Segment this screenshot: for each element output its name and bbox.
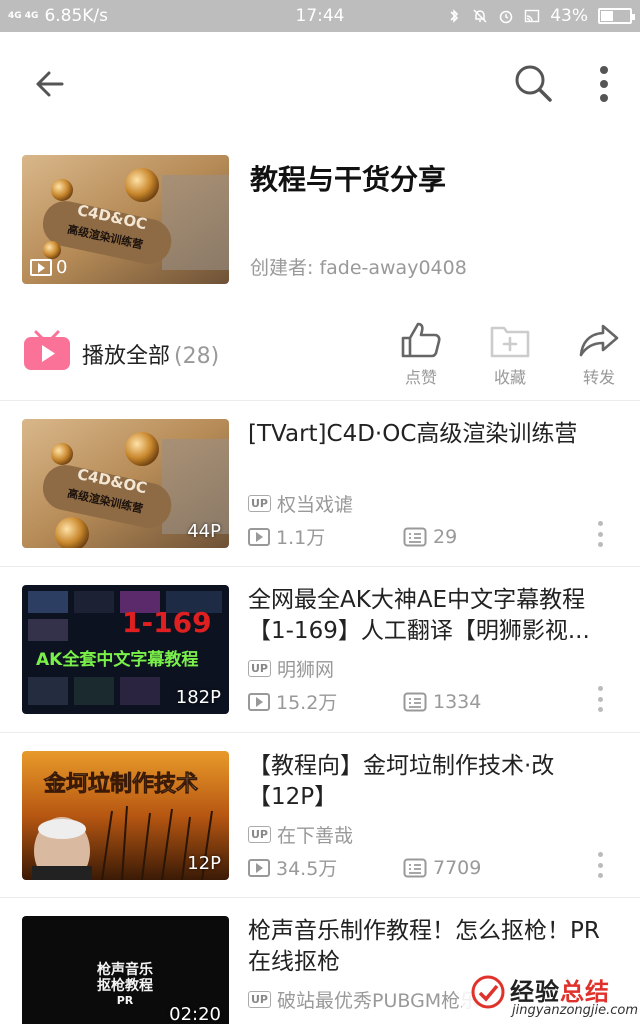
divider [0,566,640,567]
video-item[interactable]: 1-169 AK全套中文字幕教程 182P 全网最全AK大神AE中文字幕教程【1… [0,585,640,735]
uploader-row[interactable]: UP 破站最优秀PUBGM枪乐 [248,986,479,1013]
play-all-label: 播放全部 [82,344,171,369]
play-count-icon [248,527,270,546]
thumbs-up-icon [401,322,441,358]
up-badge-icon: UP [248,660,271,677]
uploader-row[interactable]: UP 明狮网 [248,655,334,682]
danmaku-icon [403,527,427,546]
view-count-value: 15.2万 [276,692,338,714]
video-thumbnail[interactable]: 1-169 AK全套中文字幕教程 182P [22,585,229,714]
view-count-value: 1.1万 [276,527,326,549]
share-button[interactable]: 转发 [567,320,631,388]
uploader-row[interactable]: UP 在下善哉 [248,821,353,848]
playlist-title: 教程与干货分享 [250,163,447,196]
bluetooth-icon [450,9,459,23]
video-title[interactable]: [TVart]C4D·OC高级渲染训练营 [248,419,618,450]
search-icon[interactable] [510,60,556,106]
video-thumbnail[interactable]: 金坷垃制作技术 12P [22,751,229,880]
view-count: 34.5万 [248,854,403,881]
watermark-title: 经验总结 [510,972,610,1007]
like-button[interactable]: 点赞 [389,320,453,388]
uploader-row[interactable]: UP 权当戏谑 [248,490,353,517]
cover-count-value: 0 [56,257,68,278]
favorite-label: 收藏 [493,368,526,387]
danmaku-count: 7709 [403,857,481,879]
back-arrow-icon[interactable] [30,64,70,104]
divider [0,400,640,401]
video-more-icon[interactable] [590,519,610,549]
view-count: 15.2万 [248,688,403,715]
part-count-badge: 12P [187,853,221,874]
thumbnail-text: 枪声音乐 [97,961,153,978]
alarm-icon [499,10,513,24]
battery-level [601,11,613,21]
view-count-value: 34.5万 [276,858,338,880]
up-badge-icon: UP [248,826,271,843]
view-count: 1.1万 [248,523,403,550]
part-count-badge: 44P [187,521,221,542]
video-thumbnail[interactable]: C4D&OC 高级渲染训练营 44P [22,419,229,548]
video-title[interactable]: 【教程向】金坷垃制作技术·改【12P】 [248,751,618,813]
share-label: 转发 [582,368,615,387]
battery-percent: 43% [550,6,588,26]
play-count-icon [248,858,270,877]
thumbnail-subtext: 抠枪教程 [97,977,153,994]
watermark-main-a: 经验 [510,978,560,1006]
share-arrow-icon [579,324,619,357]
playlist-header: C4D&OC 高级渲染训练营 0 教程与干货分享 创建者: fade-away0… [0,150,640,290]
thumbnail-subtext: AK全套中文字幕教程 [36,649,198,670]
danmaku-count: 1334 [403,691,481,713]
video-stats: 1.1万 29 [248,523,457,550]
more-options-icon[interactable] [586,62,622,106]
cover-video-count: 0 [30,257,67,278]
action-row: 播放全部 (28) 点赞 收藏 转发 [0,318,640,390]
top-nav [0,32,640,132]
divider [0,732,640,733]
up-badge-icon: UP [248,495,271,512]
video-more-icon[interactable] [590,850,610,880]
play-all-button[interactable]: 播放全部 (28) [82,338,219,370]
uploader-name: 明狮网 [277,659,335,681]
watermark-logo-icon [471,975,505,1009]
uploader-name: 在下善哉 [277,825,354,847]
add-folder-icon [490,326,530,358]
danmaku-count: 29 [403,526,457,548]
video-stats: 34.5万 7709 [248,854,481,881]
site-watermark: 经验总结 jingyanzongjie.com [462,968,640,1024]
playlist-cover[interactable]: C4D&OC 高级渲染训练营 0 [22,155,229,284]
watermark-url: jingyanzongjie.com [512,1003,639,1018]
favorite-button[interactable]: 收藏 [478,320,542,388]
status-bar: 4G 4G 6.85K/s 17:44 43% [0,0,640,32]
video-stats: 15.2万 1334 [248,688,481,715]
battery-icon [598,8,635,24]
part-count-badge: 182P [175,687,221,708]
thumbnail-text: 1-169 [122,606,212,639]
video-more-icon[interactable] [590,684,610,714]
up-badge-icon: UP [248,991,271,1008]
thumbnail-text: 金坷垃制作技术 [43,771,198,797]
video-item[interactable]: 金坷垃制作技术 12P 【教程向】金坷垃制作技术·改【12P】 UP 在下善哉 … [0,751,640,901]
play-all-count: (28) [174,344,220,369]
watermark-main-b: 总结 [560,978,610,1006]
danmaku-count-value: 1334 [433,690,482,713]
thumbnail-subtext-2: PR [117,994,134,1007]
play-count-icon [248,692,270,711]
video-item[interactable]: C4D&OC 高级渲染训练营 44P [TVart]C4D·OC高级渲染训练营 … [0,419,640,569]
mute-bell-icon [473,9,487,23]
play-all-icon[interactable] [22,328,72,372]
video-title[interactable]: 全网最全AK大神AE中文字幕教程【1-169】人工翻译【明狮影视... [248,585,618,647]
uploader-name: 破站最优秀PUBGM枪乐 [277,990,480,1012]
danmaku-count-value: 29 [433,525,458,548]
playlist-creator[interactable]: 创建者: fade-away0408 [250,253,467,280]
danmaku-icon [403,692,427,711]
divider [0,897,640,898]
like-label: 点赞 [404,368,437,387]
video-count-icon [30,259,52,276]
danmaku-icon [403,858,427,877]
uploader-name: 权当戏谑 [277,494,354,516]
duration-badge: 02:20 [169,1004,221,1024]
video-thumbnail[interactable]: 枪声音乐 抠枪教程 PR 02:20 [22,916,229,1024]
danmaku-count-value: 7709 [433,856,482,879]
cast-icon [525,9,540,23]
